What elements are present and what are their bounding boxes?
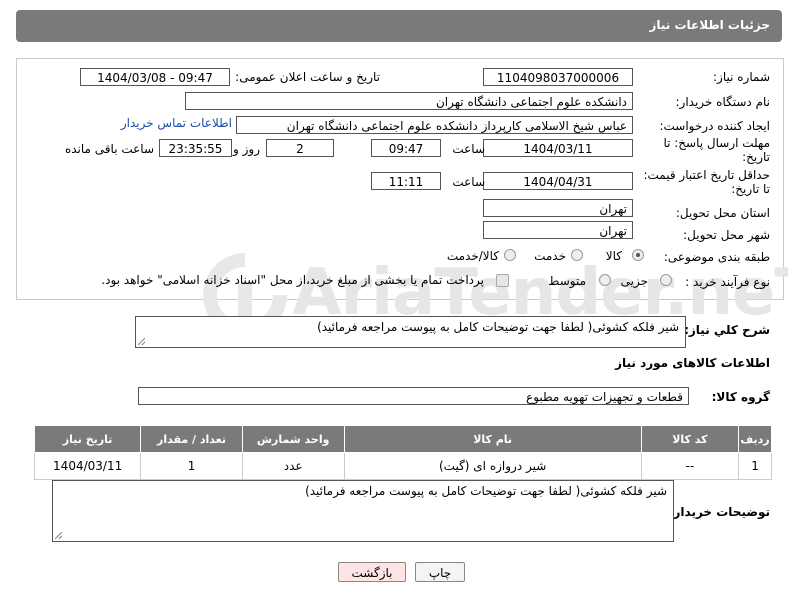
need-number-field: 1104098037000006 [483, 68, 633, 86]
validity-label-date: تا تاریخ: [731, 182, 770, 196]
cell-unit: عدد [241, 452, 345, 480]
province-label: استان محل تحویل: [675, 206, 770, 220]
remaining-label: ساعت باقی مانده [64, 142, 154, 156]
announce-label: تاریخ و ساعت اعلان عمومی: [235, 70, 380, 84]
col-code: کد کالا [640, 425, 740, 453]
deadline-date-field: 1404/03/11 [483, 139, 633, 157]
announce-datetime-field: 1404/03/08 - 09:47 [80, 68, 230, 86]
remaining-time-field: 23:35:55 [159, 139, 232, 157]
cell-qty: 1 [140, 452, 243, 480]
category-radio-goods[interactable] [632, 249, 644, 261]
need-number-label: شماره نیاز: [713, 70, 770, 84]
days-field: 2 [266, 139, 334, 157]
process-radio-minor[interactable] [660, 274, 672, 286]
goods-table-header: ردیف کد کالا نام کالا واحد شمارش تعداد /… [33, 425, 772, 453]
contact-buyer-link[interactable]: اطلاعات تماس خریدار [121, 116, 232, 130]
cell-name: شیر دروازه ای (گیت) [343, 452, 642, 480]
deadline-label: مهلت ارسال پاسخ: تا [663, 136, 770, 150]
deadline-label-date: تاریخ: [742, 150, 770, 164]
city-field: تهران [483, 221, 633, 239]
validity-date-field: 1404/04/31 [483, 172, 633, 190]
category-radio-service[interactable] [571, 249, 583, 261]
page-title: جزئیات اطلاعات نیاز [649, 18, 770, 32]
col-qty: تعداد / مقدار [140, 425, 243, 453]
validity-time-label: ساعت [452, 175, 485, 189]
category-label: طبقه بندی موضوعی: [663, 250, 770, 264]
cell-date: 1404/03/11 [33, 452, 142, 480]
col-date: تاریخ نیاز [33, 425, 142, 453]
buyer-notes-label: توضیحات خریدار: [668, 505, 770, 519]
goods-section-title: اطلاعات کالاهای مورد نیاز [615, 356, 770, 370]
category-radio-goods-service[interactable] [504, 249, 516, 261]
buyer-org-field: دانشکده علوم اجتماعی دانشگاه تهران [185, 92, 633, 110]
col-row: ردیف [738, 425, 772, 453]
goods-group-field: قطعات و تجهیزات تهویه مطبوع [138, 387, 689, 405]
description-textarea[interactable]: شیر فلکه کشوئی( لطفا جهت توضیحات کامل به… [135, 316, 686, 348]
table-row: 1 -- شیر دروازه ای (گیت) عدد 1 1404/03/1… [33, 452, 772, 480]
validity-time-field: 11:11 [371, 172, 441, 190]
process-option-medium: متوسط [548, 274, 586, 288]
category-option-goods-service: کالا/خدمت [446, 249, 499, 263]
page-header: جزئیات اطلاعات نیاز [16, 10, 782, 42]
resize-grip-icon[interactable] [55, 532, 62, 539]
process-label: نوع فرآیند خرید : [685, 275, 770, 289]
description-label: شرح كلي نياز: [684, 323, 770, 337]
goods-group-label: گروه کالا: [711, 390, 770, 404]
creator-label: ایجاد کننده درخواست: [659, 119, 770, 133]
buyer-org-label: نام دستگاه خریدار: [675, 95, 771, 109]
days-label: روز و [233, 142, 260, 156]
deadline-time-field: 09:47 [371, 139, 441, 157]
col-name: نام کالا [343, 425, 642, 453]
creator-field: عباس شیخ الاسلامی کارپرداز دانشکده علوم … [236, 116, 633, 134]
buyer-notes-textarea[interactable]: شیر فلکه کشوئی( لطفا جهت توضیحات کامل به… [52, 480, 674, 542]
buyer-notes-text: شیر فلکه کشوئی( لطفا جهت توضیحات کامل به… [305, 484, 667, 498]
description-text: شیر فلکه کشوئی( لطفا جهت توضیحات کامل به… [317, 320, 679, 334]
treasury-payment-checkbox[interactable] [496, 274, 509, 287]
process-option-minor: جزیی [620, 274, 648, 288]
col-unit: واحد شمارش [241, 425, 345, 453]
cell-code: -- [640, 452, 740, 480]
cell-row: 1 [738, 452, 772, 480]
print-button[interactable]: چاپ [415, 562, 465, 582]
province-field: تهران [483, 199, 633, 217]
process-radio-medium[interactable] [599, 274, 611, 286]
back-button[interactable]: بازگشت [338, 562, 406, 582]
category-option-service: خدمت [534, 249, 566, 263]
deadline-time-label: ساعت [452, 142, 485, 156]
treasury-payment-note: پرداخت تمام یا بخشی از مبلغ خرید،از محل … [101, 273, 484, 287]
city-label: شهر محل تحویل: [683, 228, 770, 242]
resize-grip-icon[interactable] [138, 338, 145, 345]
validity-label: حداقل تاریخ اعتبار قیمت: [643, 168, 770, 182]
goods-table: ردیف کد کالا نام کالا واحد شمارش تعداد /… [33, 425, 772, 480]
category-option-goods: کالا [605, 249, 622, 263]
